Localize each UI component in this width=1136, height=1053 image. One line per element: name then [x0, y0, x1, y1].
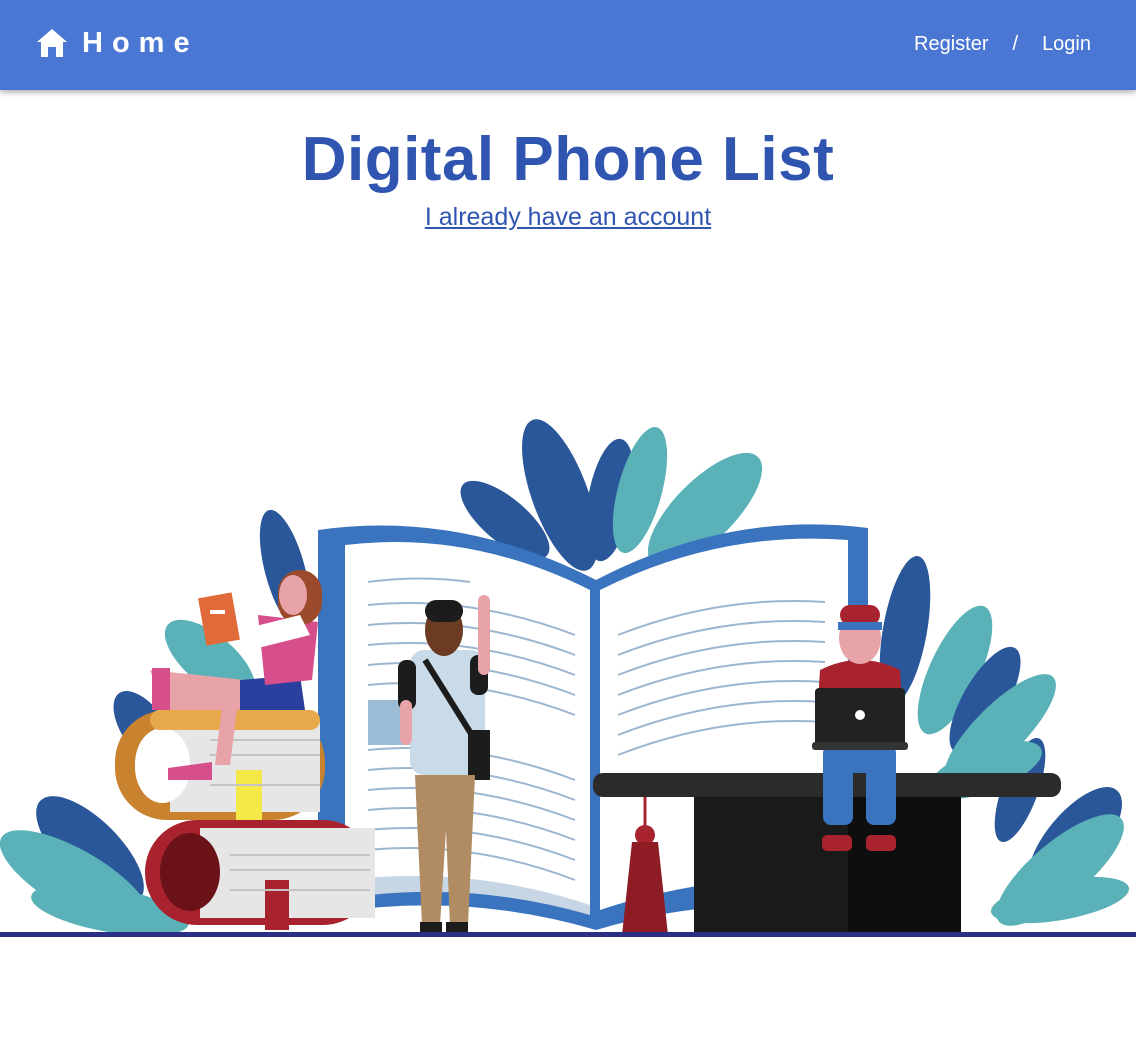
already-have-account-link[interactable]: I already have an account — [425, 203, 711, 231]
nav-separator: / — [1012, 32, 1019, 55]
auth-nav: Register / Login — [914, 30, 1091, 58]
top-navbar: Home Register / Login — [0, 0, 1136, 90]
ground-line — [0, 932, 1136, 937]
register-link[interactable]: Register — [914, 33, 988, 56]
brand-label: Home — [82, 26, 199, 59]
home-link[interactable]: Home — [36, 26, 199, 60]
home-icon — [37, 29, 67, 57]
login-link[interactable]: Login — [1042, 33, 1091, 56]
illustration-svg — [0, 419, 1136, 937]
page-title: Digital Phone List — [301, 125, 835, 194]
account-link-wrap: I already have an account — [0, 203, 1136, 232]
students-reading-illustration — [0, 410, 1136, 942]
